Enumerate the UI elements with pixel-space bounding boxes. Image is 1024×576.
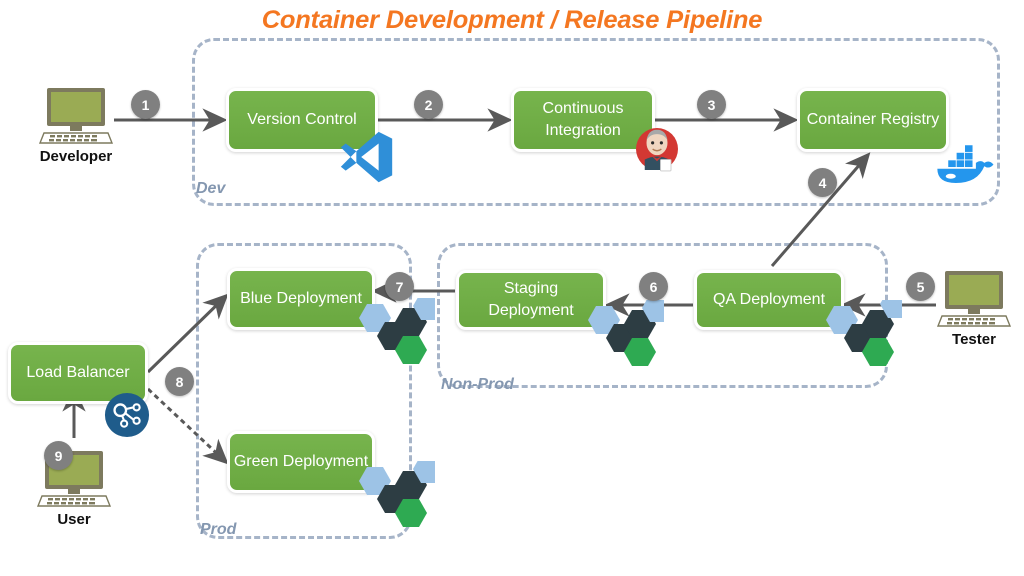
vscode-icon [336, 126, 398, 193]
step-badge-5: 5 [906, 272, 935, 301]
computer-icon-developer [38, 85, 114, 152]
hexagon-cluster-icon-a [812, 290, 912, 385]
step-badge-1-label: 1 [141, 96, 150, 113]
computer-label-tester: Tester [952, 331, 996, 348]
step-badge-9: 9 [44, 441, 73, 470]
step-badge-3: 3 [697, 90, 726, 119]
step-badge-8: 8 [165, 367, 194, 396]
box-blue-deployment-label: Blue Deployment [240, 290, 362, 308]
step-badge-7: 7 [385, 272, 414, 301]
step-badge-4-label: 4 [818, 174, 827, 191]
jenkins-icon [629, 121, 685, 182]
load-balancer-icon [104, 392, 150, 443]
box-load-balancer-label: Load Balancer [26, 364, 130, 382]
computer-label-user: User [57, 511, 91, 528]
step-badge-2-label: 2 [424, 96, 433, 113]
step-badge-3-label: 3 [707, 96, 716, 113]
step-badge-2: 2 [414, 90, 443, 119]
hexagon-cluster-icon-d [345, 455, 445, 546]
hexagon-cluster-icon-b [574, 294, 674, 385]
computer-icon-tester [936, 268, 1012, 335]
step-badge-9-label: 9 [54, 447, 63, 464]
step-badge-6: 6 [639, 272, 668, 301]
step-badge-8-label: 8 [175, 373, 184, 390]
docker-icon [934, 137, 996, 192]
step-badge-4: 4 [808, 168, 837, 197]
computer-label-developer: Developer [39, 148, 113, 165]
diagram-canvas: Container Development / Release Pipeline… [0, 0, 1024, 576]
box-qa-deployment-label: QA Deployment [712, 291, 826, 309]
hexagon-cluster-icon-c [345, 292, 445, 383]
step-badge-7-label: 7 [395, 278, 404, 295]
box-container-registry-label: Container Registry [806, 111, 940, 129]
box-container-registry[interactable]: Container Registry [797, 88, 949, 152]
step-badge-6-label: 6 [649, 278, 658, 295]
step-badge-5-label: 5 [916, 278, 925, 295]
step-badge-1: 1 [131, 90, 160, 119]
